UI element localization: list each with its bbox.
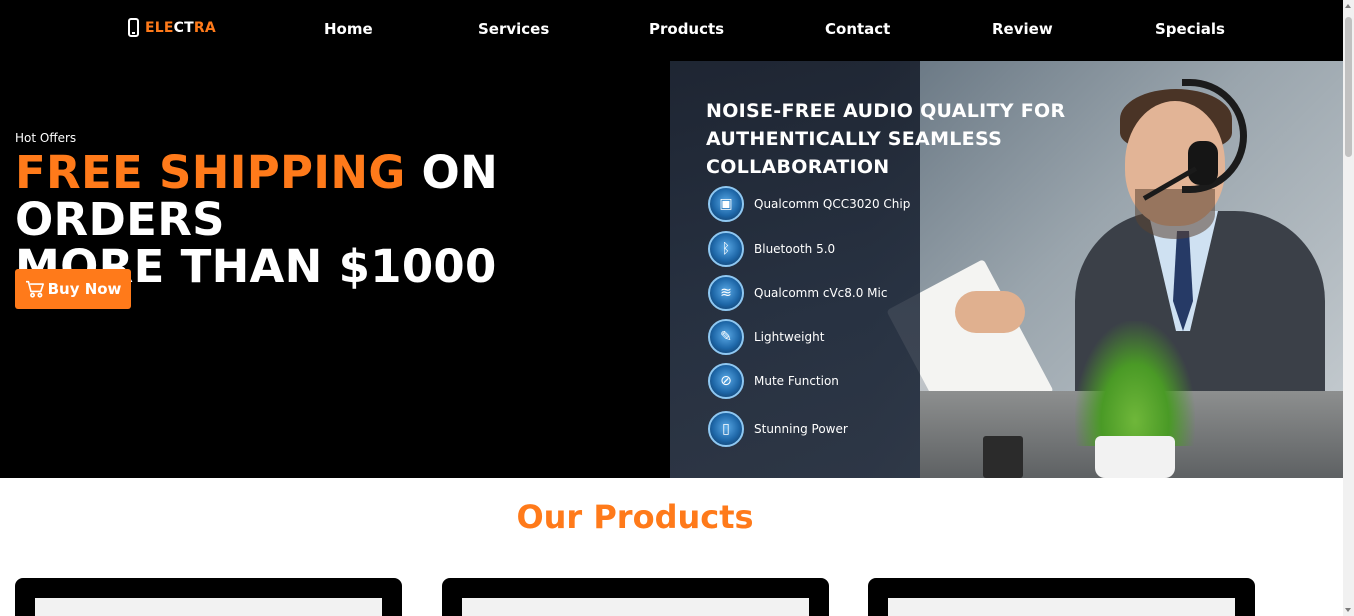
mute-mic-icon: ⊘: [708, 363, 744, 399]
product-image: [462, 598, 809, 616]
feature-item: ⊘ Mute Function: [708, 363, 839, 399]
person-hand: [955, 291, 1025, 333]
cart-icon: [25, 280, 44, 298]
headset-earcup: [1188, 141, 1218, 185]
feature-label: Qualcomm cVc8.0 Mic: [754, 286, 888, 300]
feature-label: Bluetooth 5.0: [754, 242, 836, 256]
nav-link-contact[interactable]: Contact: [825, 20, 890, 38]
feature-item: ▣ Qualcomm QCC3020 Chip: [708, 186, 910, 222]
product-image: [888, 598, 1235, 616]
feature-item: ▯ Stunning Power: [708, 411, 848, 447]
products-section-title: Our Products: [516, 498, 754, 536]
hero-section: Hot Offers FREE SHIPPING ON ORDERS MORE T…: [0, 61, 1343, 478]
brand-name: ELECTRA: [145, 20, 216, 36]
plant-pot-illustration: [1095, 436, 1175, 478]
hero-eyebrow: Hot Offers: [15, 131, 77, 145]
headset-promo-image: NOISE-FREE AUDIO QUALITY FOR AUTHENTICAL…: [670, 61, 1343, 478]
feature-item: ᛒ Bluetooth 5.0: [708, 231, 835, 267]
scroll-down-icon[interactable]: [1345, 608, 1351, 612]
scroll-up-icon[interactable]: [1345, 4, 1351, 8]
brand-name-part3: RA: [193, 19, 216, 36]
top-navbar: ELECTRA Home Services Products Contact R…: [0, 0, 1343, 61]
promo-heading: NOISE-FREE AUDIO QUALITY FOR AUTHENTICAL…: [706, 100, 1066, 178]
feather-icon: ✎: [708, 319, 744, 355]
battery-icon: ▯: [708, 411, 744, 447]
brand-name-part2: CT: [173, 19, 194, 36]
feature-item: ≋ Qualcomm cVc8.0 Mic: [708, 275, 887, 311]
plant-illustration: [1075, 321, 1195, 446]
nav-link-home[interactable]: Home: [324, 20, 373, 38]
feature-label: Mute Function: [754, 374, 839, 388]
soundwave-icon: ≋: [708, 275, 744, 311]
pen-cup-illustration: [983, 436, 1023, 478]
smartphone-icon: [128, 18, 139, 37]
page: ELECTRA Home Services Products Contact R…: [0, 0, 1343, 616]
feature-label: Qualcomm QCC3020 Chip: [754, 197, 911, 211]
feature-label: Lightweight: [754, 330, 825, 344]
brand-name-part1: ELE: [145, 19, 174, 36]
brand-logo[interactable]: ELECTRA: [128, 18, 216, 37]
scrollbar-thumb[interactable]: [1345, 17, 1352, 157]
chip-icon: ▣: [708, 186, 744, 222]
bluetooth-icon: ᛒ: [708, 231, 744, 267]
product-card[interactable]: [15, 578, 402, 616]
product-card[interactable]: [868, 578, 1255, 616]
nav-link-specials[interactable]: Specials: [1155, 20, 1225, 38]
product-card[interactable]: [442, 578, 829, 616]
nav-link-services[interactable]: Services: [478, 20, 549, 38]
product-image: [35, 598, 382, 616]
buy-now-button[interactable]: Buy Now: [15, 269, 131, 309]
feature-label: Stunning Power: [754, 422, 848, 436]
feature-item: ✎ Lightweight: [708, 319, 824, 355]
buy-now-label: Buy Now: [47, 280, 122, 298]
nav-link-products[interactable]: Products: [649, 20, 724, 38]
nav-link-review[interactable]: Review: [992, 20, 1053, 38]
hero-title-highlight: FREE SHIPPING: [15, 146, 406, 199]
page-scrollbar[interactable]: [1343, 0, 1354, 616]
